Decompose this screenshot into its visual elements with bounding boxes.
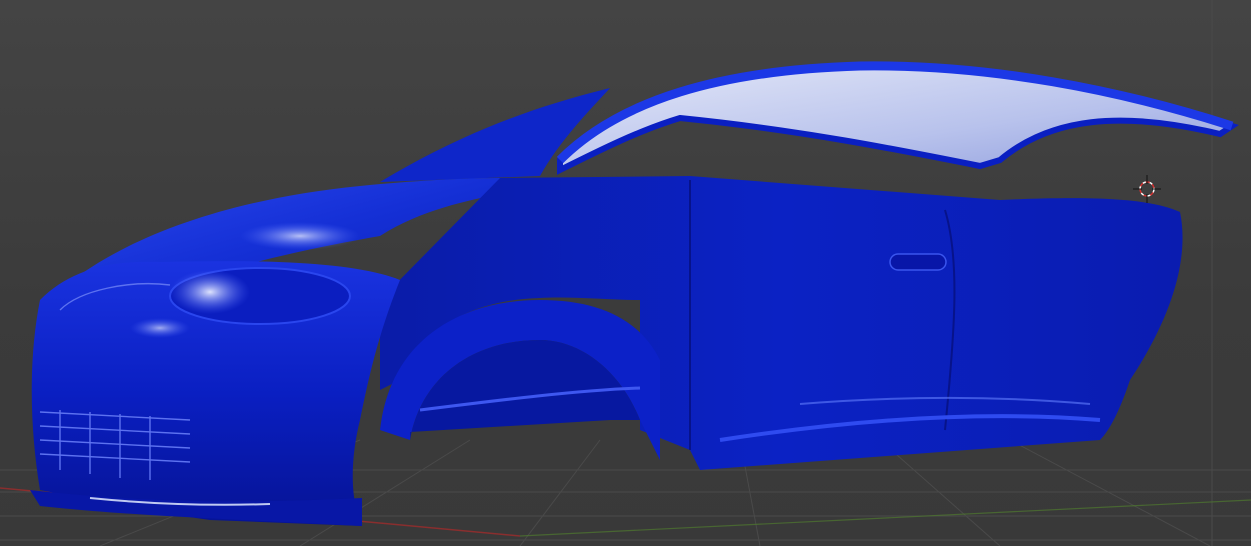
roof-panel[interactable] <box>557 62 1239 175</box>
car-body-mesh[interactable] <box>30 61 1239 526</box>
a-pillar <box>380 88 610 182</box>
door-handle <box>889 253 947 271</box>
3d-viewport[interactable] <box>0 0 1251 546</box>
3d-cursor-icon[interactable] <box>1133 175 1161 203</box>
y-axis-line <box>519 499 1251 537</box>
viewport-canvas[interactable] <box>0 0 1251 546</box>
